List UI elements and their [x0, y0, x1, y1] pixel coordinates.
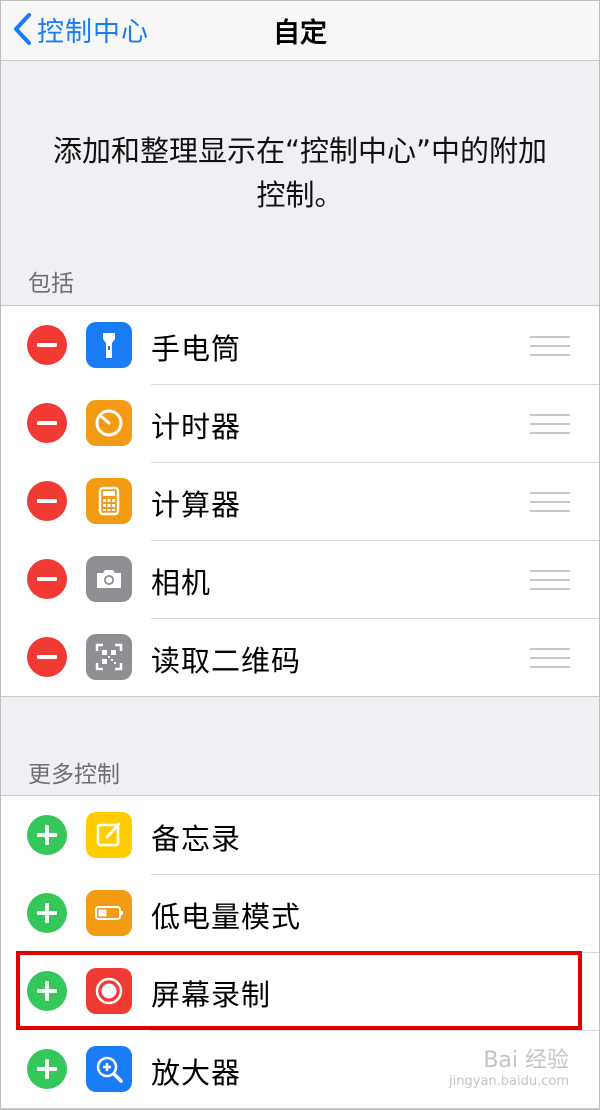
item-label: 计时器: [151, 410, 242, 444]
list-item: 备忘录: [1, 796, 599, 874]
list-item: 相机: [1, 540, 599, 618]
add-button[interactable]: [27, 815, 67, 855]
add-button[interactable]: [27, 1049, 67, 1089]
screen-record-icon: [86, 968, 132, 1014]
item-label: 低电量模式: [151, 900, 302, 934]
add-button[interactable]: [27, 893, 67, 933]
add-button[interactable]: [27, 971, 67, 1011]
camera-icon: [86, 556, 132, 602]
notes-icon: [86, 812, 132, 858]
remove-button[interactable]: [27, 559, 67, 599]
reorder-handle[interactable]: [530, 336, 570, 356]
item-label: 手电筒: [151, 332, 242, 366]
watermark-url: jingyan.baidu.com: [449, 1074, 569, 1089]
remove-button[interactable]: [27, 637, 67, 677]
item-label: 备忘录: [151, 822, 242, 856]
list-item: 计时器: [1, 384, 599, 462]
watermark-text: Bai 经验: [483, 1048, 569, 1073]
item-label: 相机: [151, 566, 212, 600]
battery-icon: [86, 890, 132, 936]
reorder-handle[interactable]: [530, 414, 570, 434]
settings-screen: 控制中心 自定 添加和整理显示在“控制中心”中的附加控制。 包括 手电筒 计时器: [0, 0, 600, 1110]
item-label: 计算器: [151, 488, 242, 522]
item-label: 放大器: [151, 1056, 242, 1090]
reorder-handle[interactable]: [530, 648, 570, 668]
reorder-handle[interactable]: [530, 492, 570, 512]
list-item: 低电量模式: [1, 874, 599, 952]
flashlight-icon: [86, 322, 132, 368]
watermark: Bai 经验 jingyan.baidu.com: [449, 1042, 569, 1089]
list-item: 计算器: [1, 462, 599, 540]
reorder-handle[interactable]: [530, 570, 570, 590]
magnifier-icon: [86, 1046, 132, 1092]
list-item: 手电筒: [1, 306, 599, 384]
navigation-bar: 控制中心 自定: [1, 1, 599, 61]
remove-button[interactable]: [27, 481, 67, 521]
remove-button[interactable]: [27, 403, 67, 443]
remove-button[interactable]: [27, 325, 67, 365]
qr-code-icon: [86, 634, 132, 680]
included-list: 手电筒 计时器 计算器 相机 读取二维码: [1, 305, 599, 697]
list-item: 读取二维码: [1, 618, 599, 696]
item-label: 读取二维码: [151, 644, 302, 678]
description-text: 添加和整理显示在“控制中心”中的附加控制。: [52, 134, 548, 212]
calculator-icon: [86, 478, 132, 524]
list-item: 屏幕录制: [1, 952, 599, 1030]
timer-icon: [86, 400, 132, 446]
section-header-more: 更多控制: [28, 762, 120, 788]
section-header-included: 包括: [28, 271, 74, 297]
page-title: 自定: [273, 18, 327, 49]
item-label: 屏幕录制: [151, 978, 272, 1012]
